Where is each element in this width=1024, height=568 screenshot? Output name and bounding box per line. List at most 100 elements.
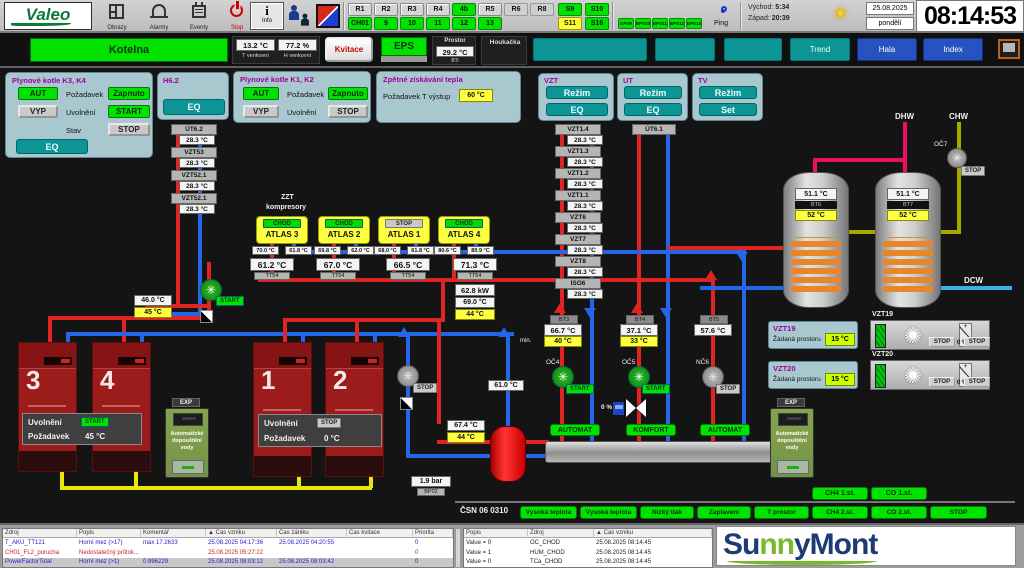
vzt-eq-button[interactable]: EQ: [546, 103, 608, 116]
vzt19-stop-button-1[interactable]: STOP: [929, 337, 955, 347]
eps-button-eps10[interactable]: EPS10: [635, 18, 651, 29]
vzt20-stop-button-2[interactable]: STOP: [964, 377, 990, 387]
compressor-atlas-2[interactable]: CHODATLAS 2: [318, 216, 370, 244]
table-cell[interactable]: Value = 0: [464, 539, 528, 548]
ping-button[interactable]: Ping: [706, 2, 736, 30]
bt7-setpoint[interactable]: 52 °C: [887, 210, 929, 221]
vzt-rezim-button[interactable]: Režim: [546, 86, 608, 99]
info-button[interactable]: iInfo: [250, 2, 284, 30]
table-header-cell[interactable]: Čas kvitace: [347, 529, 413, 538]
vzt19-setpoint[interactable]: 15 °C: [825, 333, 855, 346]
table-header-cell[interactable]: Čas zániku: [277, 529, 347, 538]
table-cell[interactable]: 25.08.2025 05:27:22: [206, 549, 277, 558]
relay-button-s11[interactable]: S11: [558, 17, 582, 30]
table-cell[interactable]: 0: [413, 558, 453, 567]
mode-button-bt5[interactable]: AUTOMAT: [700, 424, 750, 436]
table-header-cell[interactable]: Zdroj: [528, 529, 594, 538]
app-logo-icon[interactable]: [316, 4, 340, 28]
eventy-button[interactable]: Eventy: [180, 2, 218, 31]
table-header-cell[interactable]: Popis: [77, 529, 141, 538]
alarm-table-scrollbar[interactable]: [455, 528, 461, 568]
table-cell[interactable]: 25.08.2025 04:20:55: [277, 539, 347, 548]
status-button-ch4-2-st-[interactable]: CH4 2.st.: [812, 506, 868, 519]
relay-button-s9[interactable]: S9: [558, 3, 582, 16]
k12-pozadavek-value[interactable]: Zapnuto: [328, 87, 368, 100]
eps-button-eps12[interactable]: EPS12: [669, 18, 685, 29]
table-header-cell[interactable]: ▲ Čas vzniku: [206, 529, 277, 538]
ut-rezim-button[interactable]: Režim: [624, 86, 682, 99]
table-header-cell[interactable]: ▲ Čas vzniku: [594, 529, 712, 538]
table-header-cell[interactable]: Priorita: [413, 529, 453, 538]
t674-setpoint[interactable]: 44 °C: [447, 432, 485, 443]
nav-blank-button-1[interactable]: [533, 38, 647, 61]
table-cell[interactable]: 0: [413, 549, 453, 558]
nav-blank-button-3[interactable]: [724, 38, 782, 61]
alarmy-button[interactable]: Alarmy: [140, 2, 178, 31]
status-button-vysoká-teplota-k34[interactable]: Vysoká teplota K34: [580, 506, 637, 519]
relay-button-r8[interactable]: R8: [530, 3, 554, 16]
kotelna-title-button[interactable]: Kotelna: [30, 38, 228, 62]
mode-button-bt3[interactable]: AUTOMAT: [550, 424, 600, 436]
compressor-atlas-1[interactable]: STOPATLAS 1: [378, 216, 430, 244]
table-cell[interactable]: TCa_CHOD: [528, 558, 594, 567]
k34-stav-value[interactable]: STOP: [108, 123, 150, 136]
table-cell[interactable]: Horní mez (>1): [77, 558, 141, 567]
table-cell[interactable]: 25.08.2025 08:14:45: [594, 549, 712, 558]
status-button-t-prostor[interactable]: T prostor: [754, 506, 809, 519]
table-cell[interactable]: Nedostatečný průtok...: [77, 549, 141, 558]
table-cell[interactable]: 0.996229: [141, 558, 206, 567]
ut-eq-button[interactable]: EQ: [624, 103, 682, 116]
exp-device-1[interactable]: Automatické dopouštění vody: [165, 408, 209, 478]
status-button-nízký-tlak[interactable]: Nízký tlak: [640, 506, 694, 519]
boiler-1[interactable]: 1: [253, 342, 312, 477]
eps-button-eps11[interactable]: EPS11: [652, 18, 668, 29]
table-cell[interactable]: [277, 549, 347, 558]
boiler12-uvolneni-state[interactable]: STOP: [317, 418, 341, 428]
event-table[interactable]: PopisZdroj▲ Čas vznikuValue = 0OC_CHOD25…: [463, 528, 713, 568]
relay-button-ch01[interactable]: CH01: [348, 17, 372, 30]
trend-button[interactable]: Trend: [790, 38, 850, 61]
table-cell[interactable]: Horní mez (>17): [77, 539, 141, 548]
relay-button-r3[interactable]: R3: [400, 3, 424, 16]
relay-button-10[interactable]: 10: [400, 17, 424, 30]
k34-uvolneni-value[interactable]: START: [108, 105, 150, 118]
monitor-icon[interactable]: [998, 39, 1020, 59]
table-cell[interactable]: CH01_FL2_porucha: [3, 549, 77, 558]
boiler34-setpoint[interactable]: 45 °C: [134, 307, 172, 318]
vzt19-stop-button-2[interactable]: STOP: [964, 337, 990, 347]
table-cell[interactable]: 25.08.2025 08:03:42: [277, 558, 347, 567]
vzt20-stop-button-1[interactable]: STOP: [929, 377, 955, 387]
status-button-ch4-1-st-[interactable]: CH4 1.st.: [812, 487, 868, 500]
relay-button-r5[interactable]: R5: [478, 3, 502, 16]
boiler-3[interactable]: 3: [18, 342, 77, 472]
weekday-display[interactable]: pondělí: [866, 17, 914, 30]
boiler34-uvolneni-state[interactable]: START: [81, 417, 109, 427]
exp-device-2[interactable]: Automatické dopouštění vody: [770, 408, 814, 478]
index-button[interactable]: Index: [923, 38, 983, 61]
vzt20-setpoint[interactable]: 15 °C: [825, 373, 855, 386]
compressor-atlas-3[interactable]: CHODATLAS 3: [256, 216, 308, 244]
nav-blank-button-2[interactable]: [655, 38, 715, 61]
mixing-valve[interactable]: [612, 399, 646, 419]
boiler-2[interactable]: 2: [325, 342, 384, 477]
relay-button-r2[interactable]: R2: [374, 3, 398, 16]
bt-setpoint-bt4[interactable]: 33 °C: [620, 336, 658, 347]
table-cell[interactable]: 25.08.2025 08:14:45: [594, 539, 712, 548]
kw-setpoint[interactable]: 44 °C: [455, 309, 495, 320]
relay-button-s10[interactable]: S10: [585, 3, 609, 16]
bt-setpoint-bt3[interactable]: 40 °C: [544, 336, 582, 347]
tv-set-button[interactable]: Set: [699, 103, 757, 116]
table-cell[interactable]: PowerFactorTotal: [3, 558, 77, 567]
relay-button-r4[interactable]: R4: [426, 3, 450, 16]
table-header-cell[interactable]: Zdroj: [3, 529, 77, 538]
table-cell[interactable]: [347, 539, 413, 548]
eps-button-eps13[interactable]: EPS13: [686, 18, 702, 29]
k34-vyp-button[interactable]: VYP: [18, 105, 58, 118]
table-cell[interactable]: 0: [413, 539, 453, 548]
table-cell[interactable]: max 17.2633: [141, 539, 206, 548]
relay-button-r6[interactable]: R6: [504, 3, 528, 16]
eps-button[interactable]: EPS: [381, 37, 427, 62]
table-cell[interactable]: 25.08.2025 08:14:45: [594, 558, 712, 567]
k34-pozadavek-value[interactable]: Zapnuto: [108, 87, 150, 100]
relay-button-s16[interactable]: S16: [585, 17, 609, 30]
